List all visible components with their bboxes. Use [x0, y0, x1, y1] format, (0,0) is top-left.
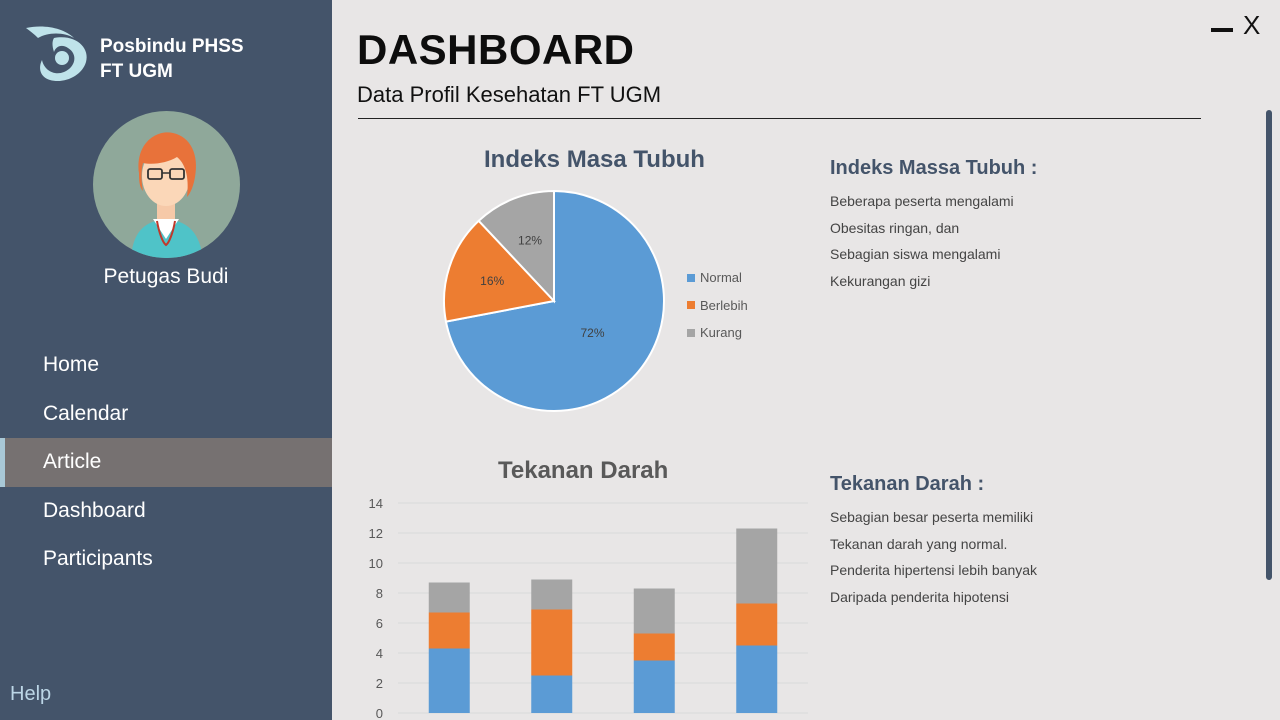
y-tick-label: 10: [369, 556, 383, 571]
bar-segment: [531, 675, 573, 713]
bp-info-line: Penderita hipertensi lebih banyak: [830, 562, 1038, 578]
bmi-chart-title: Indeks Masa Tubuh: [484, 146, 705, 173]
legend-item-berlebih: Berlebih: [687, 292, 748, 320]
close-button[interactable]: X: [1243, 10, 1260, 40]
bp-info-panel: Tekanan Darah : Sebagian besar peserta m…: [830, 473, 1037, 610]
avatar: [93, 111, 240, 258]
bmi-info-title: Indeks Massa Tubuh :: [830, 157, 1038, 179]
sidebar-item-dashboard[interactable]: Dashboard: [0, 487, 332, 536]
bmi-pie-chart: 72% 16% 12%: [443, 189, 665, 412]
y-tick-label: 4: [376, 646, 383, 661]
bar-segment: [531, 609, 573, 676]
minimize-button[interactable]: [1211, 28, 1233, 32]
bar-segment: [633, 588, 675, 634]
legend-swatch-kurang: [687, 328, 695, 337]
bar-segment: [736, 645, 778, 713]
y-tick-label: 6: [376, 616, 383, 631]
sidebar-item-article[interactable]: Article: [0, 438, 332, 487]
y-tick-label: 0: [376, 706, 383, 720]
vertical-scrollbar[interactable]: [1266, 110, 1272, 580]
brand-name: Posbindu PHSS FT UGM: [100, 34, 244, 84]
pie-data-label: 72%: [581, 326, 605, 340]
legend-item-kurang: Kurang: [687, 319, 748, 347]
legend-label-normal: Normal: [700, 270, 742, 286]
brand-line-1: Posbindu PHSS: [100, 36, 244, 57]
user-name: Petugas Budi: [103, 265, 229, 288]
y-tick-label: 14: [369, 496, 383, 511]
bmi-legend: Normal Berlebih Kurang: [687, 264, 748, 347]
sidebar-item-participants[interactable]: Participants: [0, 535, 332, 584]
bar-segment: [736, 528, 778, 604]
header-divider: [358, 118, 1201, 119]
bar-segment: [428, 648, 470, 713]
legend-label-kurang: Kurang: [700, 325, 742, 341]
bar-segment: [428, 582, 470, 613]
legend-swatch-berlebih: [687, 301, 695, 310]
pie-data-label: 12%: [518, 234, 542, 248]
bp-chart-title: Tekanan Darah: [498, 457, 669, 484]
legend-item-normal: Normal: [687, 264, 748, 292]
bp-info-line: Tekanan darah yang normal.: [830, 535, 1008, 552]
sidebar-nav: Home Calendar Article Dashboard Particip…: [0, 341, 332, 584]
page-subtitle: Data Profil Kesehatan FT UGM: [357, 82, 662, 107]
bp-info-line: Sebagian besar peserta memiliki: [830, 509, 1034, 525]
bp-info-line: Daripada penderita hipotensi: [830, 588, 1010, 605]
sidebar-item-home[interactable]: Home: [0, 341, 332, 390]
bp-info-title: Tekanan Darah :: [830, 473, 985, 495]
brand: Posbindu PHSS FT UGM: [24, 24, 244, 84]
logo-icon: [26, 26, 87, 82]
y-tick-label: 8: [376, 586, 383, 601]
page-title: DASHBOARD: [357, 26, 635, 73]
bar-segment: [531, 579, 573, 610]
user-avatar-icon: [131, 132, 203, 258]
bar-segment: [736, 603, 778, 646]
y-tick-label: 2: [376, 676, 383, 691]
bmi-info-line: Kekurangan gizi: [830, 272, 931, 289]
legend-swatch-normal: [687, 273, 695, 282]
bp-stacked-bar-chart: 0 2 4 6 8 10 12 14: [369, 496, 808, 720]
sidebar: Posbindu PHSS FT UGM Petugas Budi Home C…: [0, 0, 332, 720]
y-tick-label: 12: [369, 526, 383, 541]
sidebar-item-calendar[interactable]: Calendar: [0, 390, 332, 439]
bmi-info-line: Sebagian siswa mengalami: [830, 246, 1001, 262]
bmi-info-panel: Indeks Massa Tubuh : Beberapa peserta me…: [830, 157, 1037, 294]
pie-data-label: 16%: [480, 274, 504, 288]
bar-segment: [428, 612, 470, 649]
bar-segment: [633, 633, 675, 661]
bar-segment: [633, 660, 675, 713]
brand-line-2: FT UGM: [100, 61, 173, 82]
legend-label-berlebih: Berlebih: [700, 297, 748, 313]
bmi-info-line: Obesitas ringan, dan: [830, 219, 960, 236]
help-link[interactable]: Help: [10, 683, 51, 706]
bmi-info-line: Beberapa peserta mengalami: [830, 193, 1014, 209]
